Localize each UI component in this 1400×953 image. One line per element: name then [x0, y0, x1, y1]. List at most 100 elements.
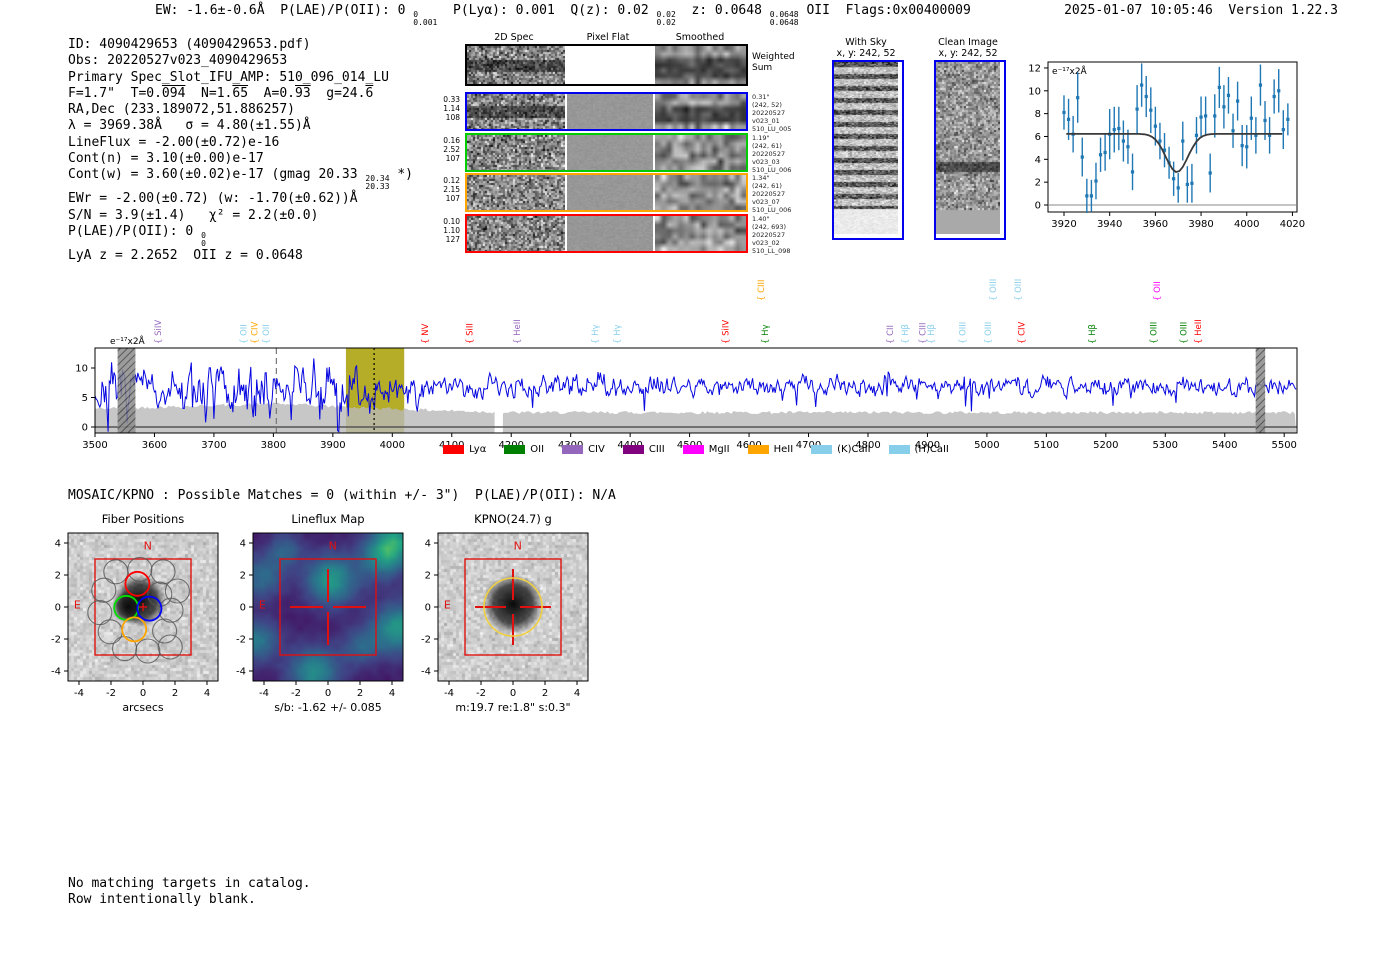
emission-line-label: { OIII — [1180, 322, 1190, 344]
svg-text:4020: 4020 — [1280, 219, 1305, 230]
spec2d-col-title: Pixel Flat — [586, 32, 630, 43]
value-stack: 0 0.001 — [413, 10, 438, 27]
svg-text:2: 2 — [172, 688, 178, 699]
svg-text:2: 2 — [1035, 178, 1041, 189]
svg-text:4: 4 — [425, 539, 431, 550]
svg-text:-4: -4 — [51, 667, 61, 678]
info-line: Cont(w) = 3.60(±0.02)e-17 (gmag 20.33 20… — [68, 167, 413, 192]
info-line: F=1.7" T=0.094 N=1.65 A=0.93 g=24.6 — [68, 85, 374, 101]
value-stack: 0.02 0.02 — [656, 10, 676, 27]
legend-item: CIV — [562, 444, 605, 455]
info-line: Obs: 20220527v023_4090429653 — [68, 53, 288, 69]
svg-text:2: 2 — [542, 688, 548, 699]
value-stack: 20.34 20.33 — [365, 174, 390, 192]
info-line: RA,Dec (233.189072,51.886257) — [68, 102, 295, 118]
legend-swatch — [747, 445, 769, 454]
svg-text:e⁻¹⁷x2Å: e⁻¹⁷x2Å — [110, 335, 146, 347]
emission-line-label: { Hγ — [591, 324, 601, 344]
svg-text:4: 4 — [389, 688, 395, 699]
svg-text:4000: 4000 — [1234, 219, 1259, 230]
header-summary-line: EW: -1.6±-0.6Å P(LAE)/P(OII): 0 0 0.001 P… — [155, 3, 971, 27]
svg-text:-4: -4 — [421, 667, 431, 678]
svg-text:0: 0 — [510, 688, 516, 699]
header-timestamp-version: 2025-01-07 10:05:46 Version 1.22.3 — [1064, 3, 1338, 18]
legend-swatch — [811, 445, 833, 454]
svg-text:3960: 3960 — [1143, 219, 1168, 230]
value-stack: 0.0648 0.0648 — [769, 10, 799, 27]
svg-text:12: 12 — [1028, 63, 1041, 74]
elixer-report-page: EW: -1.6±-0.6Å P(LAE)/P(OII): 0 0 0.001 P… — [0, 0, 1400, 953]
cutout-xlabel: m:19.7 re:1.8" s:0.3" — [455, 701, 571, 714]
value-stack: 00 — [201, 230, 206, 248]
line-fit-zoom-plot: 0 2 4 6 8 10 12 3920 3940 3960 3980 4000 4020 e⁻¹⁷x2Å — [1028, 61, 1305, 230]
svg-text:3940: 3940 — [1097, 219, 1122, 230]
emission-line-label: { HeII — [513, 319, 523, 344]
emission-line-label: { OIII — [989, 279, 999, 301]
info-line: λ = 3969.38Å σ = 4.80(±1.55)Å — [68, 118, 311, 134]
legend-swatch — [504, 445, 526, 454]
svg-text:0: 0 — [82, 423, 88, 434]
legend-item: MgII — [682, 444, 730, 455]
emission-line-label: { OII — [1153, 281, 1163, 301]
info-line: LineFlux = -2.00(±0.72)e-16 — [68, 134, 280, 150]
emission-line-label: { SiIV — [721, 320, 731, 344]
clean-image — [934, 60, 1006, 240]
svg-text:4: 4 — [1035, 155, 1041, 166]
svg-text:2: 2 — [55, 571, 61, 582]
emission-line-label: { OII — [262, 324, 272, 344]
info-line: Primary Spec_Slot_IFU_AMP: 510_096_014_L… — [68, 69, 389, 85]
weighted-sum-row — [465, 44, 748, 86]
spec2d-row-right-meta: 1.40" (242, 693) 20220527 v023_02 510_LL_098 — [752, 214, 791, 255]
spec2d-row-right-meta: 0.31" (242, 52) 20220527 v023_01 510_LU_005 — [752, 93, 792, 133]
spec2d-row — [465, 173, 748, 213]
emission-line-label: { CIV — [1017, 321, 1027, 344]
svg-text:0: 0 — [1035, 201, 1041, 212]
svg-text:0: 0 — [55, 603, 61, 614]
info-line: ID: 4090429653 (4090429653.pdf) — [68, 37, 311, 52]
footer-line: Row intentionally blank. — [68, 891, 256, 907]
pixel-flat-panel — [567, 134, 653, 170]
emission-line-label: { OIII — [1149, 322, 1159, 344]
emission-line-label: { OIII — [1014, 279, 1024, 301]
spec2d-row-left-stats: 0.16 2.52 107 — [443, 135, 460, 163]
emission-line-label: { Hγ — [613, 324, 623, 344]
catalog-match-note: No matching targets in catalog. Row inten… — [68, 876, 311, 907]
cutout-xlabel: arcsecs — [122, 701, 164, 714]
info-line: LyA z = 2.2652 OII z = 0.0648 — [68, 247, 303, 263]
spec2d-row — [465, 132, 748, 172]
svg-text:-2: -2 — [106, 688, 116, 699]
cutout-xlabel: s/b: -1.62 +/- 0.085 — [274, 701, 382, 714]
emission-line-label: { CII — [886, 325, 896, 344]
clean-image-title: Clean Image x, y: 242, 52 — [938, 37, 998, 59]
pixel-flat-panel — [567, 175, 653, 211]
spec2d-panel — [467, 215, 565, 251]
cutout-title: Fiber Positions — [101, 512, 185, 526]
with-sky-image — [832, 60, 904, 240]
spec2d-row-right-meta: 1.19" (242, 61) 20220527 v023_03 510_LU_006 — [752, 133, 792, 174]
detection-info-block: ID: 4090429653 (4090429653.pdf) Obs: 2022… — [68, 37, 413, 264]
cutout-title: KPNO(24.7) g — [474, 512, 552, 526]
legend-item: (K)CaII — [811, 444, 871, 455]
emission-line-label: { OIII — [984, 322, 994, 344]
legend-item: HeII — [747, 444, 793, 455]
svg-text:0: 0 — [325, 688, 331, 699]
footer-line: No matching targets in catalog. — [68, 876, 311, 891]
svg-text:-4: -4 — [74, 688, 84, 699]
svg-text:0: 0 — [140, 688, 146, 699]
legend-swatch — [888, 445, 910, 454]
smoothed-panel — [655, 46, 746, 84]
svg-text:-2: -2 — [421, 635, 431, 646]
svg-text:4: 4 — [574, 688, 580, 699]
spec2d-row-right-meta: 1.34" (242, 61) 20220527 v023_07 510_LU_006 — [752, 174, 792, 215]
svg-text:e⁻¹⁷x2Å: e⁻¹⁷x2Å — [1052, 65, 1088, 77]
emission-line-label: { HeII — [1194, 319, 1204, 344]
emission-line-label: { CIV — [250, 321, 260, 344]
emission-line-label: { Hβ — [901, 324, 911, 344]
svg-text:8: 8 — [1035, 109, 1041, 120]
emission-line-label: { NV — [421, 324, 431, 344]
spec2d-panel — [467, 94, 565, 129]
spec2d-col-title: Smoothed — [675, 32, 725, 43]
full-spectrum-plot: 0510350036003700380039004000410042004300… — [75, 279, 1298, 451]
mosaic-match-summary: MOSAIC/KPNO : Possible Matches = 0 (with… — [68, 488, 616, 503]
emission-line-label: { SiII — [466, 323, 476, 344]
